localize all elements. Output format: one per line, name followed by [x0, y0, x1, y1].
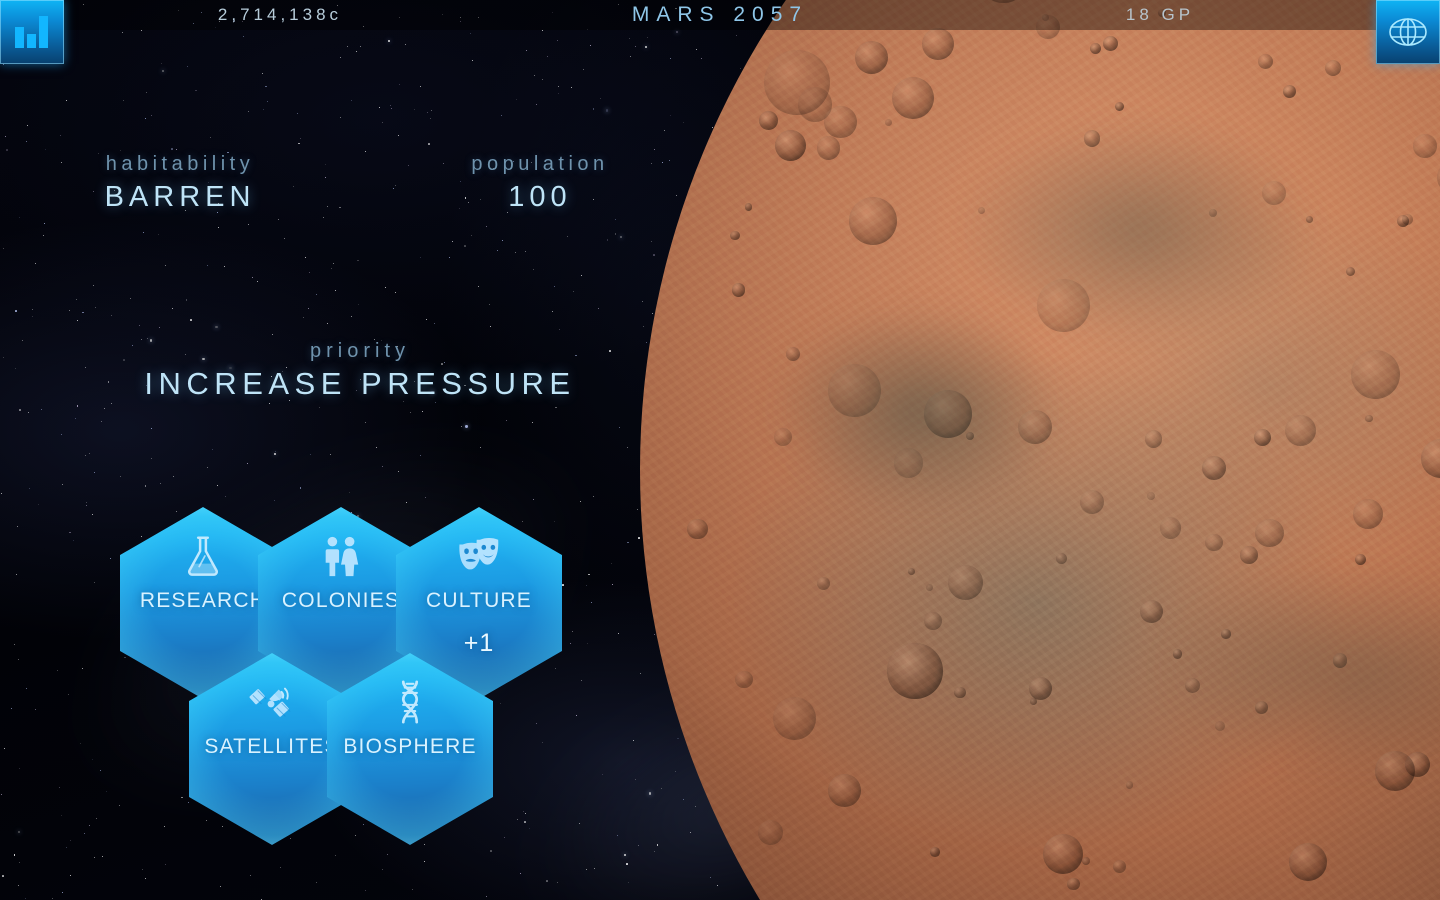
dna-icon: [401, 680, 419, 724]
game-screen: 2,714,138c MARS 2057 18 GP habitability …: [0, 0, 1440, 900]
globe-icon: [1387, 11, 1429, 53]
genetic-points-display: 18 GP: [1125, 5, 1195, 24]
planet-terminator-shadow: [640, 0, 1440, 900]
world-map-button[interactable]: [1376, 0, 1440, 64]
satellite-icon: [249, 687, 291, 717]
planet-mars[interactable]: [640, 0, 1440, 900]
hex-tile-label: COLONIES: [281, 589, 401, 612]
hex-tile-label: SATELLITES: [204, 735, 340, 758]
hex-tile-label: RESEARCH: [139, 589, 267, 612]
hex-tile-badge: +1: [463, 629, 495, 657]
hex-tile-label: CULTURE: [425, 589, 533, 612]
people-icon: [325, 536, 359, 577]
flask-icon: [188, 536, 218, 576]
hex-tile-label: BIOSPHERE: [343, 735, 477, 758]
hex-menu: RESEARCH COLONIES CULTURE +1 SATELLITES BIOSP…: [0, 0, 720, 900]
masks-icon: [459, 537, 499, 570]
